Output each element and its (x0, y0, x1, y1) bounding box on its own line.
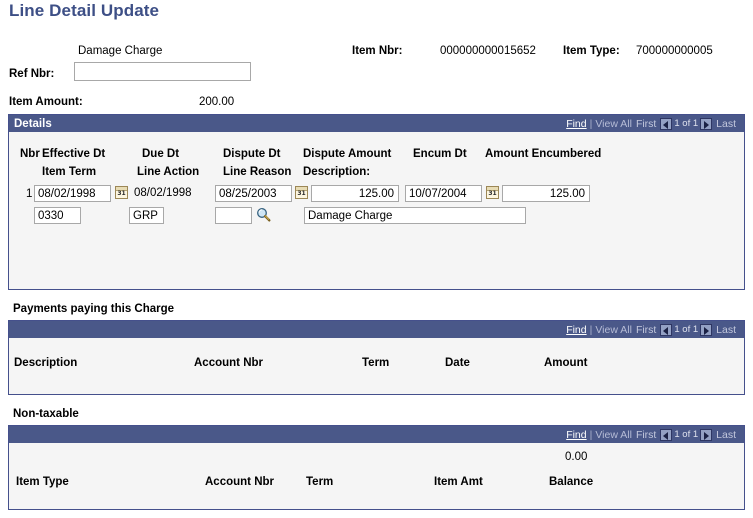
left-arrow-icon[interactable] (660, 117, 673, 130)
first-link[interactable]: First (636, 429, 656, 441)
details-title: Details (14, 117, 52, 130)
description-input[interactable] (304, 207, 526, 224)
row-counter: 1 of 1 (674, 324, 699, 335)
col-header-item-amt: Item Amt (434, 476, 483, 488)
effective-dt-input[interactable] (34, 185, 111, 202)
col-header-nbr: Nbr (20, 148, 40, 160)
col-header-encum-dt: Encum Dt (413, 148, 467, 160)
col-header-description: Description (14, 357, 78, 369)
item-term-input[interactable] (34, 207, 81, 224)
right-arrow-icon[interactable] (700, 117, 713, 130)
last-link[interactable]: Last (716, 429, 736, 441)
col-header-description: Description: (303, 166, 371, 178)
col-header-line-reason: Line Reason (223, 166, 292, 178)
payments-navbar: Find | View All First 1 of 1 Last (566, 321, 740, 338)
item-type-label: Item Type: (563, 45, 620, 57)
dispute-amount-input[interactable] (311, 185, 399, 202)
col-header-amount: Amount (544, 357, 588, 369)
col-header-date: Date (445, 357, 470, 369)
row-counter: 1 of 1 (674, 118, 699, 129)
ref-nbr-label: Ref Nbr: (9, 68, 55, 80)
calendar-icon-effective-dt[interactable] (115, 186, 128, 199)
last-link[interactable]: Last (716, 118, 736, 130)
view-all-link[interactable]: View All (595, 324, 632, 336)
right-arrow-icon[interactable] (700, 323, 713, 336)
row-number: 1 (26, 188, 33, 200)
details-panel: Details Find | View All First 1 of 1 Las… (8, 114, 745, 290)
left-arrow-icon[interactable] (660, 323, 673, 336)
item-nbr-label: Item Nbr: (352, 45, 403, 57)
col-header-account-nbr: Account Nbr (194, 357, 263, 369)
first-link[interactable]: First (636, 324, 656, 336)
find-link[interactable]: Find (566, 429, 586, 441)
last-link[interactable]: Last (716, 324, 736, 336)
col-header-due-dt: Due Dt (142, 148, 180, 160)
due-dt-value: 08/02/1998 (134, 187, 192, 199)
item-amount-value: 200.00 (199, 96, 235, 108)
details-navbar: Find | View All First 1 of 1 Last (566, 115, 740, 132)
col-header-term: Term (306, 476, 334, 488)
line-reason-input[interactable] (215, 207, 252, 224)
nontaxable-navbar: Find | View All First 1 of 1 Last (566, 426, 740, 443)
col-header-line-action: Line Action (137, 166, 200, 178)
calendar-icon-encum-dt[interactable] (486, 186, 499, 199)
nav-separator: | (589, 428, 593, 441)
find-link[interactable]: Find (566, 324, 586, 336)
right-arrow-icon[interactable] (700, 428, 713, 441)
left-arrow-icon[interactable] (660, 428, 673, 441)
nav-separator: | (589, 323, 593, 336)
dispute-dt-input[interactable] (215, 185, 292, 202)
col-header-account-nbr: Account Nbr (205, 476, 274, 488)
payments-caption: Payments paying this Charge (13, 303, 175, 315)
item-nbr-value: 000000000015652 (440, 45, 536, 57)
col-header-effective-dt: Effective Dt (42, 148, 106, 160)
line-action-input[interactable] (129, 207, 164, 224)
line-detail-update-page: Line Detail Update Ref Nbr: Damage Charg… (0, 0, 753, 518)
details-panel-header: Details Find | View All First 1 of 1 Las… (9, 115, 744, 132)
item-type-value: 700000000005 (636, 45, 713, 57)
col-header-dispute-amount: Dispute Amount (303, 148, 392, 160)
nav-separator: | (589, 117, 593, 130)
magnifier-lookup-icon[interactable] (256, 207, 271, 222)
view-all-link[interactable]: View All (595, 118, 632, 130)
view-all-link[interactable]: View All (595, 429, 632, 441)
row-counter: 1 of 1 (674, 429, 699, 440)
first-link[interactable]: First (636, 118, 656, 130)
nontaxable-caption: Non-taxable (13, 408, 79, 420)
magnifier-lookup-glyph (257, 208, 271, 222)
amount-encumbered-input[interactable] (502, 185, 590, 202)
item-amount-label: Item Amount: (9, 96, 83, 108)
col-header-dispute-dt: Dispute Dt (223, 148, 281, 160)
charge-name-text: Damage Charge (78, 45, 163, 57)
col-header-item-type: Item Type (16, 476, 69, 488)
nontaxable-panel-header: Find | View All First 1 of 1 Last (9, 426, 744, 443)
col-header-item-term: Item Term (42, 166, 97, 178)
col-header-balance: Balance (549, 476, 594, 488)
nontaxable-panel: Find | View All First 1 of 1 Last 0.00 I… (8, 425, 745, 510)
encum-dt-input[interactable] (405, 185, 482, 202)
balance-value: 0.00 (565, 451, 588, 463)
calendar-icon-dispute-dt[interactable] (295, 186, 308, 199)
payments-panel: Find | View All First 1 of 1 Last Descri… (8, 320, 745, 395)
col-header-term: Term (362, 357, 390, 369)
payments-panel-header: Find | View All First 1 of 1 Last (9, 321, 744, 338)
find-link[interactable]: Find (566, 118, 586, 130)
col-header-amount-encumbered: Amount Encumbered (485, 148, 602, 160)
page-title: Line Detail Update (9, 1, 160, 20)
ref-nbr-input[interactable] (74, 62, 251, 81)
